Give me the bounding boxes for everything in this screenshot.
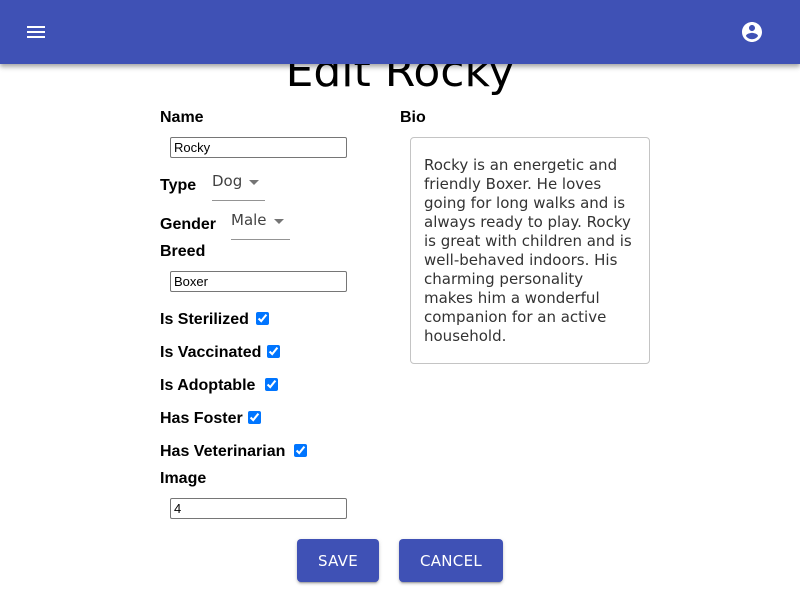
bio-textarea[interactable]: Rocky is an energetic and friendly Boxer… [410,137,650,364]
has-foster-checkbox[interactable] [248,411,261,424]
type-label: Type [160,177,197,194]
account-circle-icon[interactable] [740,20,764,44]
is-vaccinated-label: Is Vaccinated [160,344,262,361]
cancel-button[interactable]: CANCEL [399,539,503,582]
gender-select-value: Male [231,211,267,229]
is-adoptable-label: Is Adoptable [160,377,256,394]
type-select-value: Dog [212,172,243,190]
bio-label: Bio [400,109,426,126]
image-input[interactable] [170,498,347,519]
is-adoptable-checkbox[interactable] [265,378,278,391]
is-sterilized-label: Is Sterilized [160,311,249,328]
gender-select[interactable]: Male [231,207,290,240]
is-sterilized-checkbox[interactable] [256,312,269,325]
image-label: Image [160,470,207,487]
has-veterinarian-checkbox[interactable] [294,444,307,457]
breed-label: Breed [160,243,206,260]
type-select[interactable]: Dog [212,168,265,201]
chevron-down-icon [274,219,284,224]
has-veterinarian-label: Has Veterinarian [160,443,286,460]
menu-icon[interactable] [24,20,48,44]
gender-label: Gender [160,216,217,233]
chevron-down-icon [249,180,259,185]
app-bar [0,0,800,64]
is-vaccinated-checkbox[interactable] [267,345,280,358]
breed-input[interactable] [170,271,347,292]
has-foster-label: Has Foster [160,410,243,427]
name-input[interactable] [170,137,347,158]
save-button[interactable]: SAVE [297,539,379,582]
name-label: Name [160,109,204,126]
